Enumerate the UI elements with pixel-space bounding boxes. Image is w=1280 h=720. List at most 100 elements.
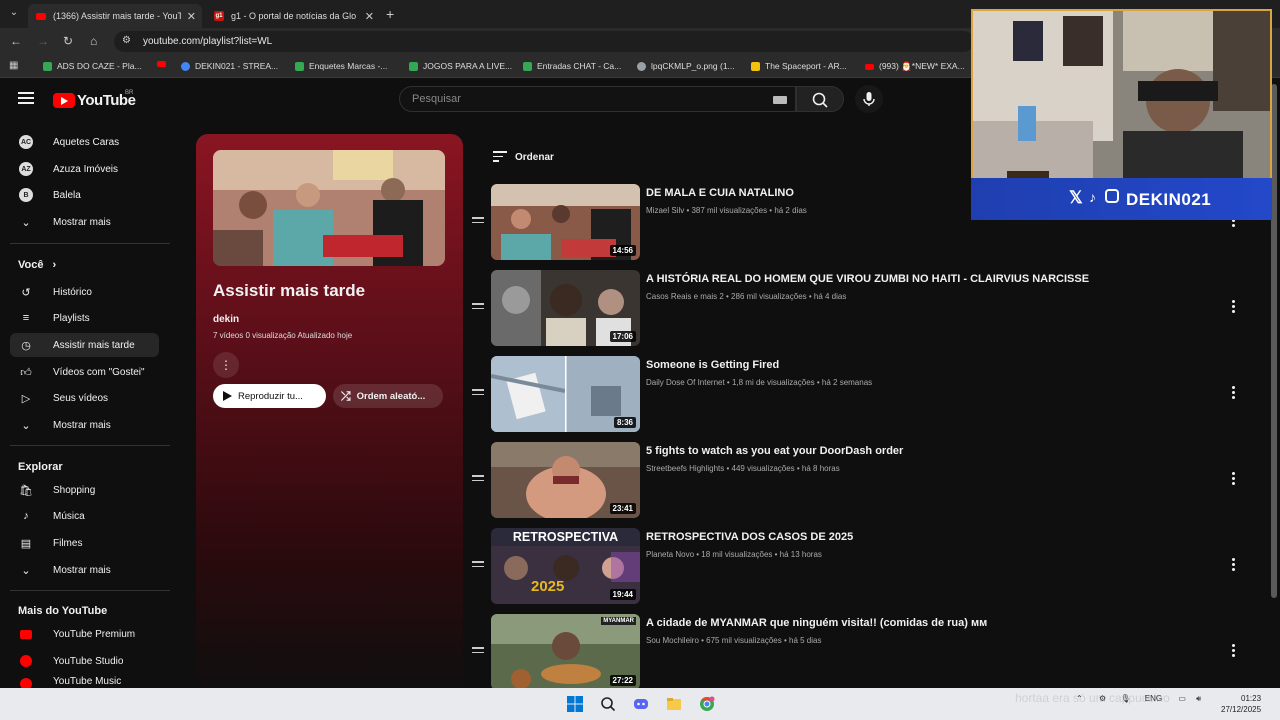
sidebar-subscription[interactable]: AC Aquetes Caras xyxy=(10,130,159,154)
bookmark-item[interactable]: (993) 🎅*NEW* EXA... xyxy=(865,61,965,72)
sidebar-item-history[interactable]: ↺ Histórico xyxy=(10,280,159,304)
drag-handle-icon[interactable] xyxy=(472,389,484,398)
network-icon[interactable]: ▭ xyxy=(1178,694,1186,703)
sidebar-item-your-videos[interactable]: ▷ Seus vídeos xyxy=(10,386,159,410)
playlist-owner[interactable]: dekin xyxy=(213,314,239,325)
video-thumbnail[interactable]: RETROSPECTIVA 2025 19:44 xyxy=(491,528,640,604)
bookmark-item[interactable]: The Spaceport - AR... xyxy=(751,61,847,71)
video-title[interactable]: DE MALA E CUIA NATALINO xyxy=(646,187,794,199)
video-row[interactable]: 23:41 5 fights to watch as you eat your … xyxy=(470,442,1260,522)
sidebar-item-youtube-premium[interactable]: YouTube Premium xyxy=(10,622,159,646)
video-thumbnail[interactable]: MYANMAR 27:22 xyxy=(491,614,640,690)
play-all-button[interactable]: Reproduzir tu... xyxy=(213,384,326,408)
tab-search-chevron-icon[interactable]: ⌄ xyxy=(6,5,22,21)
video-thumbnail[interactable]: 8:36 xyxy=(491,356,640,432)
sidebar-item-music[interactable]: ♪ Música xyxy=(10,504,159,528)
bookmark-item[interactable]: lpqCKMLP_o.png (1... xyxy=(637,61,735,71)
video-menu-icon[interactable] xyxy=(1232,558,1236,573)
bookmark-item[interactable]: Entradas CHAT - Ca... xyxy=(523,61,621,71)
playlist-thumbnail[interactable] xyxy=(213,150,445,266)
video-row[interactable]: RETROSPECTIVA 2025 19:44 RETROSPECTIVA D… xyxy=(470,528,1260,608)
reload-icon[interactable]: ↻ xyxy=(63,34,73,48)
video-duration: 19:44 xyxy=(609,589,636,600)
close-tab-icon[interactable]: ✕ xyxy=(365,10,374,23)
youtube-play-icon xyxy=(53,93,75,108)
hamburger-menu-icon[interactable] xyxy=(18,92,34,106)
home-icon[interactable]: ⌂ xyxy=(90,34,97,48)
apps-grid-icon[interactable]: ▦ xyxy=(9,60,18,71)
tray-chevron-icon[interactable]: ⌃ xyxy=(1076,694,1083,703)
chevron-down-icon: ⌄ xyxy=(21,216,31,229)
streamer-banner: DEKIN021 𝕏 ♪ xyxy=(971,178,1272,220)
drag-handle-icon[interactable] xyxy=(472,647,484,656)
video-title[interactable]: RETROSPECTIVA DOS CASOS DE 2025 xyxy=(646,531,853,543)
video-row[interactable]: 8:36 Someone is Getting Fired Daily Dose… xyxy=(470,356,1260,436)
youtube-logo[interactable]: YouTube BR xyxy=(53,90,136,109)
drag-handle-icon[interactable] xyxy=(472,217,484,226)
bookmark-item[interactable] xyxy=(157,61,171,67)
video-thumbnail[interactable]: 14:56 xyxy=(491,184,640,260)
back-icon[interactable]: ← xyxy=(10,34,22,48)
close-tab-icon[interactable]: ✕ xyxy=(187,10,196,23)
sidebar-subscription[interactable]: AZ Azuza Imóveis xyxy=(10,157,159,181)
sidebar-item-watch-later[interactable]: ◷ Assistir mais tarde xyxy=(10,333,159,357)
video-thumbnail[interactable]: 17:06 xyxy=(491,270,640,346)
discord-icon[interactable] xyxy=(633,696,649,712)
drag-handle-icon[interactable] xyxy=(472,303,484,312)
search-input[interactable]: Pesquisar xyxy=(399,86,796,112)
more-options-icon[interactable]: ⋮ xyxy=(213,352,239,378)
tray-app-icon[interactable]: ⚙ xyxy=(1099,694,1106,703)
tab-watch-later[interactable]: (1366) Assistir mais tarde - YouT ✕ xyxy=(28,4,202,28)
sidebar-subscription[interactable]: B Balela xyxy=(10,183,159,207)
windows-start-icon[interactable] xyxy=(567,696,583,712)
sidebar-item-movies[interactable]: ▤ Filmes xyxy=(10,531,159,555)
video-title[interactable]: Someone is Getting Fired xyxy=(646,359,779,371)
video-menu-icon[interactable] xyxy=(1232,386,1236,401)
you-section-heading[interactable]: Você › xyxy=(18,259,56,271)
show-more-explore[interactable]: ⌄ Mostrar mais xyxy=(10,558,159,582)
drag-handle-icon[interactable] xyxy=(472,475,484,484)
tray-mic-icon[interactable]: 🎙︎ xyxy=(1120,694,1130,703)
video-menu-icon[interactable] xyxy=(1232,300,1236,315)
address-bar[interactable]: ⚙ youtube.com/playlist?list=WL xyxy=(114,31,974,52)
language-indicator[interactable]: ENG xyxy=(1145,694,1162,703)
video-meta: Casos Reais e mais 2 • 286 mil visualiza… xyxy=(646,292,847,301)
video-menu-icon[interactable] xyxy=(1232,472,1236,487)
video-title[interactable]: A cidade de MYANMAR que ninguém visita!!… xyxy=(646,617,987,629)
keyboard-icon[interactable] xyxy=(773,96,787,104)
bookmark-item[interactable]: JOGOS PARA A LIVE... xyxy=(409,61,512,71)
video-title[interactable]: 5 fights to watch as you eat your DoorDa… xyxy=(646,445,903,457)
video-title[interactable]: A HISTÓRIA REAL DO HOMEM QUE VIROU ZUMBI… xyxy=(646,273,1089,285)
bookmark-item[interactable]: DEKIN021 - STREA... xyxy=(181,61,278,71)
video-thumbnail[interactable]: 23:41 xyxy=(491,442,640,518)
windows-taskbar: hortaa era só um cappuccino ⌃ ⚙ 🎙︎ ENG ▭… xyxy=(0,688,1280,720)
sidebar-item-youtube-studio[interactable]: YouTube Studio xyxy=(10,649,159,673)
sidebar-item-youtube-music[interactable]: YouTube Music xyxy=(10,676,159,688)
chrome-icon[interactable] xyxy=(699,696,715,712)
sidebar-item-liked-videos[interactable]: 👍︎ Vídeos com "Gostei" xyxy=(10,360,159,384)
sort-button[interactable]: Ordenar xyxy=(493,151,554,165)
clock[interactable]: 01:23 27/12/2025 xyxy=(1221,693,1261,715)
video-menu-icon[interactable] xyxy=(1232,644,1236,659)
voice-search-button[interactable] xyxy=(855,85,883,113)
new-tab-icon[interactable]: + xyxy=(386,6,394,22)
shuffle-button[interactable]: ⤮ Ordem aleató... xyxy=(333,384,443,408)
file-explorer-icon[interactable] xyxy=(666,696,682,712)
tab-title: (1366) Assistir mais tarde - YouT xyxy=(53,11,181,21)
show-more-you[interactable]: ⌄ Mostrar mais xyxy=(10,413,159,437)
bookmark-item[interactable]: ADS DO CAZE - Pla... xyxy=(43,61,142,71)
play-icon xyxy=(223,391,232,401)
tab-g1[interactable]: g1 g1 - O portal de notícias da Glo ✕ xyxy=(206,4,380,28)
drag-handle-icon[interactable] xyxy=(472,561,484,570)
volume-icon[interactable]: 🔊︎ xyxy=(1196,694,1201,703)
sidebar-item-shopping[interactable]: 🛍︎ Shopping xyxy=(10,478,159,502)
sidebar-item-playlists[interactable]: ≡ Playlists xyxy=(10,306,159,330)
video-row[interactable]: MYANMAR 27:22 A cidade de MYANMAR que ni… xyxy=(470,614,1260,694)
forward-icon[interactable]: → xyxy=(37,34,49,48)
video-row[interactable]: 17:06 A HISTÓRIA REAL DO HOMEM QUE VIROU… xyxy=(470,270,1260,350)
search-button[interactable] xyxy=(796,86,844,112)
search-icon[interactable] xyxy=(600,696,616,712)
show-more-subscriptions[interactable]: ⌄ Mostrar mais xyxy=(10,210,159,234)
site-info-icon[interactable]: ⚙ xyxy=(122,35,131,46)
bookmark-item[interactable]: Enquetes Marcas -... xyxy=(295,61,387,71)
